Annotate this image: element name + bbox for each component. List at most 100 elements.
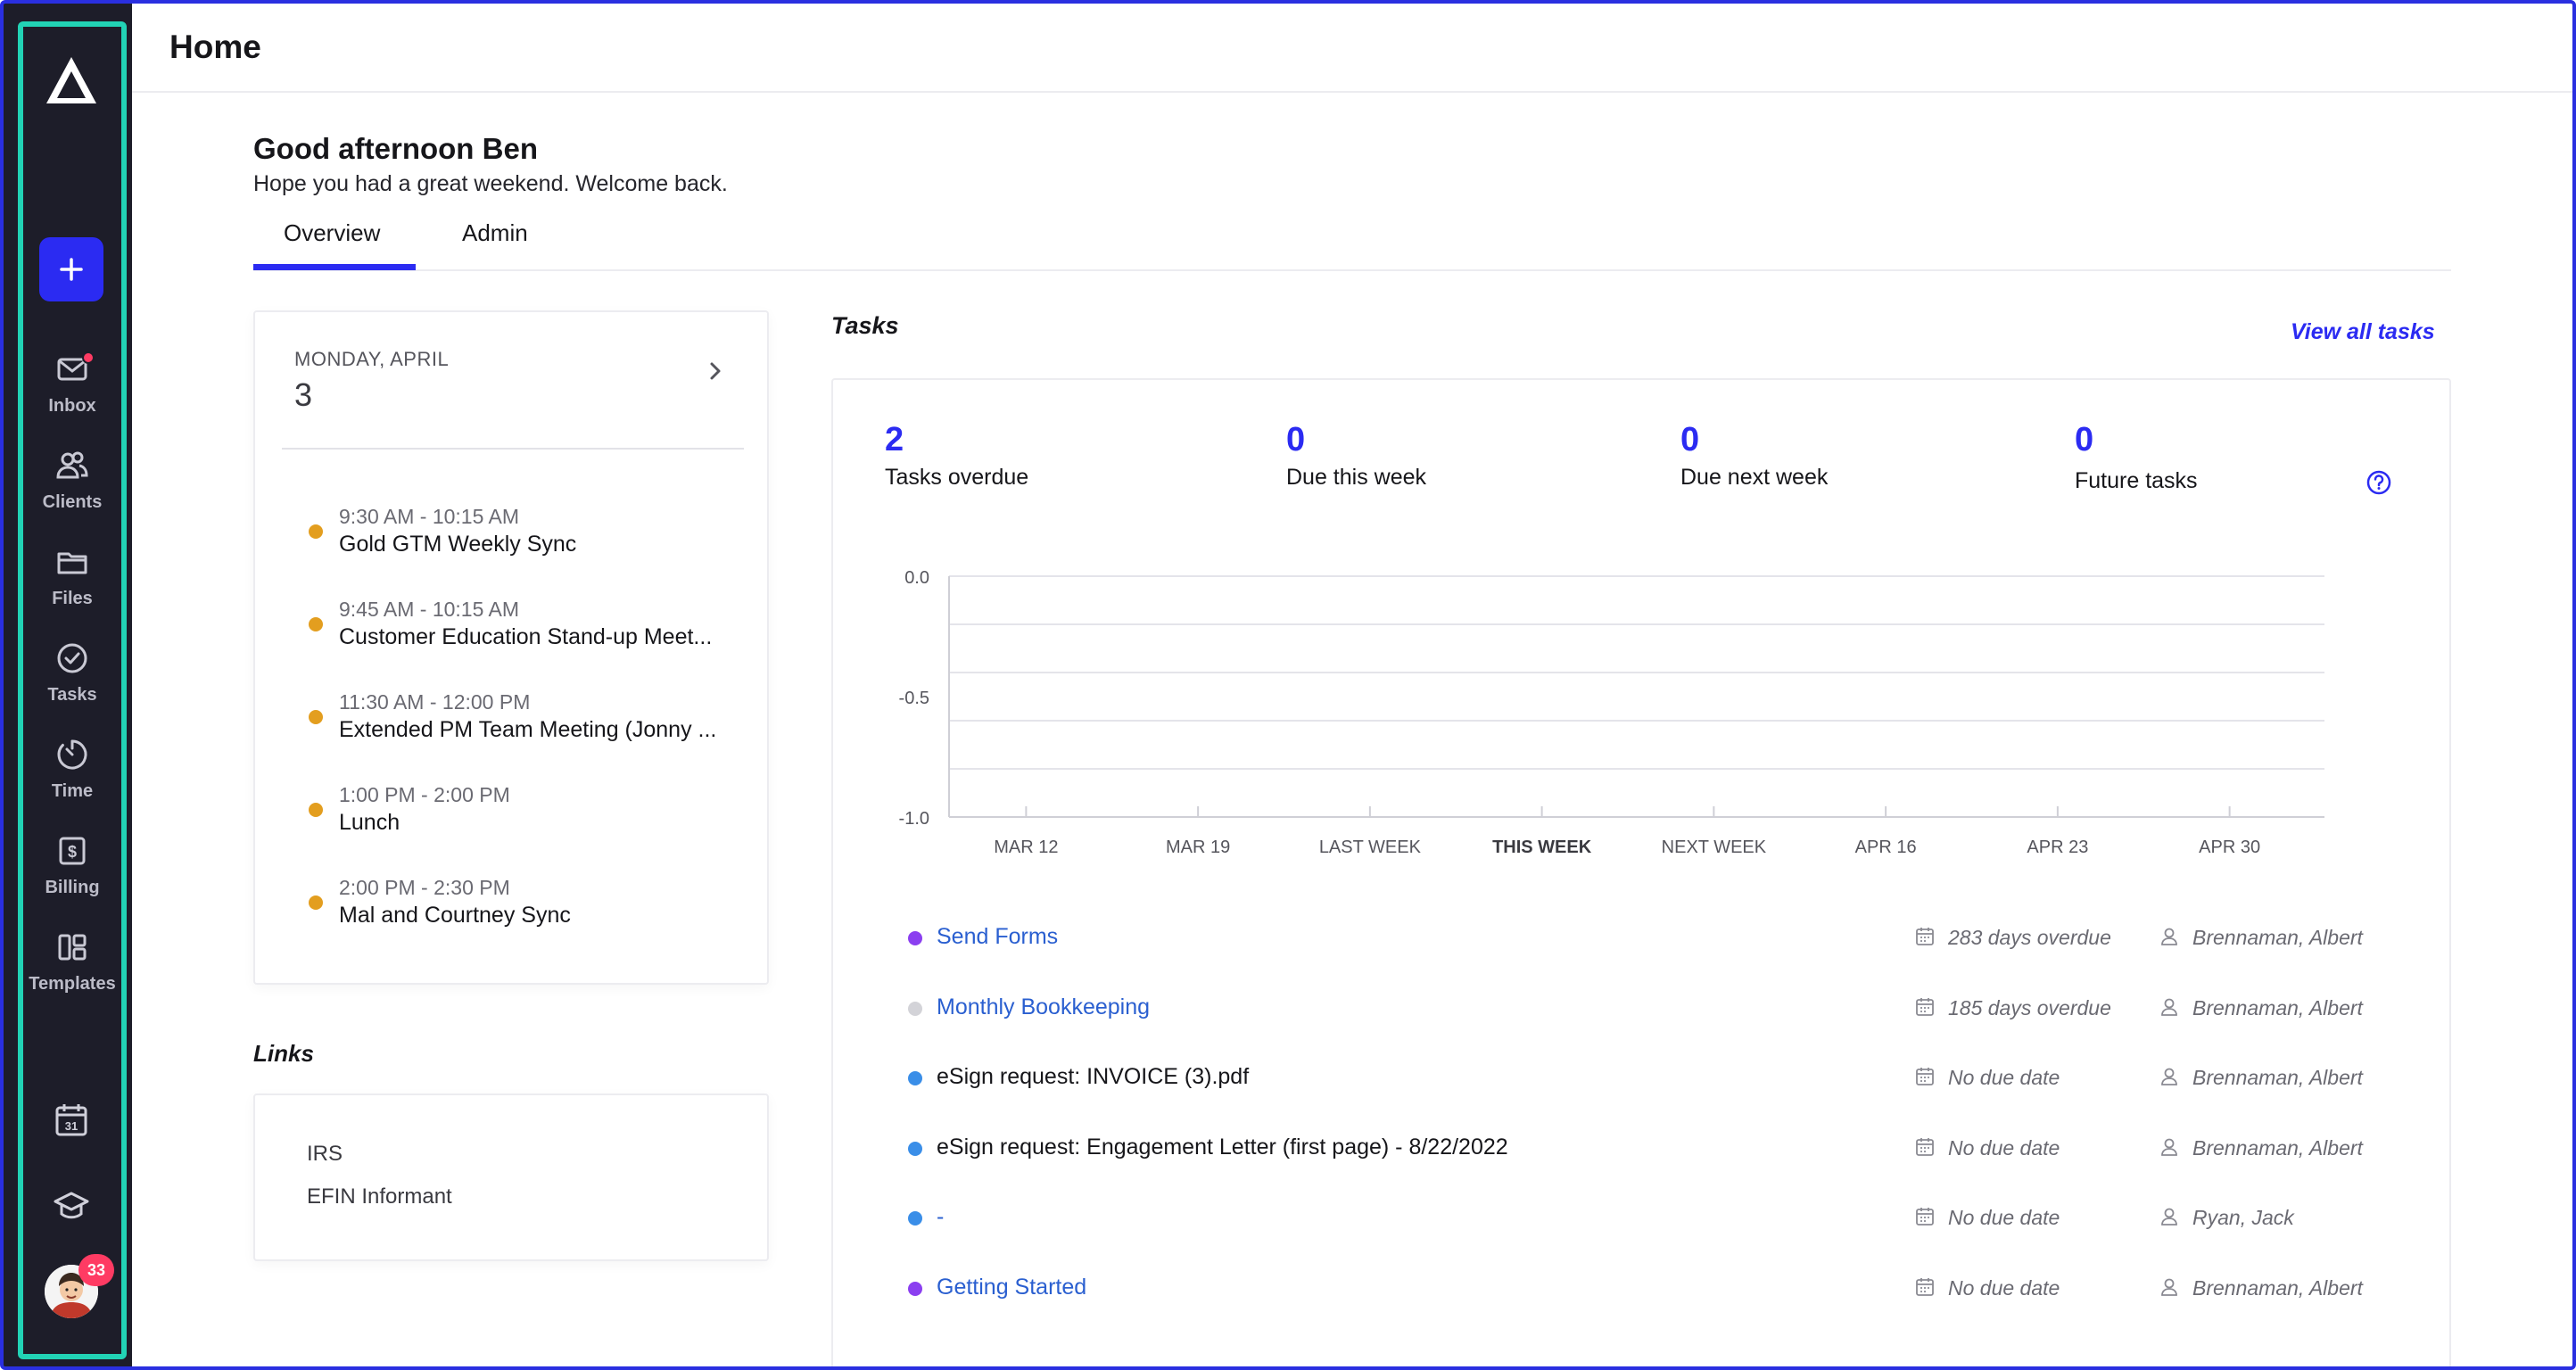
task-name[interactable]: Getting Started — [937, 1275, 1086, 1300]
task-name[interactable]: eSign request: INVOICE (3).pdf — [937, 1064, 1249, 1090]
task-due-status: No due date — [1948, 1206, 2060, 1229]
event-time: 9:45 AM - 10:15 AM — [339, 598, 520, 621]
check-circle-icon — [57, 643, 87, 673]
calendar-icon — [1916, 1208, 1934, 1226]
task-assignee: Brennaman, Albert — [2192, 1066, 2363, 1089]
stat-due-this-week[interactable]: 0 Due this week — [1286, 421, 1426, 491]
task-name[interactable]: eSign request: Engagement Letter (first … — [937, 1135, 1508, 1160]
link-efin-informant[interactable]: EFIN Informant — [307, 1184, 452, 1209]
calendar-icon[interactable]: 31 — [52, 1101, 91, 1140]
sidebar-item-label: Billing — [45, 878, 100, 897]
sidebar-item-tasks[interactable]: Tasks — [23, 640, 121, 719]
event-time: 11:30 AM - 12:00 PM — [339, 690, 531, 714]
task-assignee: Brennaman, Albert — [2192, 995, 2363, 1019]
stat-due-next-week[interactable]: 0 Due next week — [1680, 421, 1828, 491]
divider — [282, 448, 744, 450]
task-name[interactable]: - — [937, 1204, 944, 1230]
event-time: 2:00 PM - 2:30 PM — [339, 876, 510, 899]
sidebar-item-clients[interactable]: Clients — [23, 448, 121, 526]
task-name[interactable]: Send Forms — [937, 924, 1058, 950]
sidebar-item-time[interactable]: Time — [23, 737, 121, 815]
notification-count-badge: 33 — [78, 1254, 114, 1286]
stat-tasks-overdue[interactable]: 2 Tasks overdue — [885, 421, 1028, 491]
task-row[interactable]: eSign request: Engagement Letter (first … — [908, 1126, 2389, 1170]
event-time: 9:30 AM - 10:15 AM — [339, 505, 520, 528]
user-icon — [2161, 1138, 2177, 1156]
event-time: 1:00 PM - 2:00 PM — [339, 783, 510, 806]
sidebar-item-files[interactable]: Files — [23, 544, 121, 623]
calendar-icon — [1916, 1137, 1934, 1156]
chart-y-tick-label: -0.5 — [899, 689, 929, 708]
task-name[interactable]: Monthly Bookkeeping — [937, 994, 1150, 1020]
sidebar-item-inbox[interactable]: Inbox — [23, 351, 121, 430]
app-logo[interactable] — [43, 55, 100, 107]
top-bar: Home — [132, 4, 2572, 93]
add-new-button[interactable] — [39, 237, 103, 301]
svg-text:$: $ — [68, 843, 77, 861]
user-icon — [2161, 998, 2177, 1016]
stat-value: 2 — [885, 421, 904, 458]
folder-icon — [57, 552, 87, 574]
chart-x-tick-label: APR 16 — [1855, 838, 1917, 857]
calendar-icon — [1916, 928, 1934, 945]
inbox-notification-dot — [82, 351, 95, 364]
task-row[interactable]: Monthly Bookkeeping 185 days overdue Brenn… — [908, 986, 2389, 1030]
task-assignee: Brennaman, Albert — [2192, 1275, 2363, 1300]
task-status-dot — [908, 1071, 922, 1085]
links-card: IRS EFIN Informant — [253, 1094, 769, 1261]
timer-icon — [57, 739, 87, 770]
event-title: Lunch — [339, 810, 400, 835]
calendar-card: MONDAY, APRIL 3 9:30 AM - 10:15 AM Gold … — [253, 310, 769, 985]
calendar-event[interactable]: 2:00 PM - 2:30 PM Mal and Courtney Sync — [309, 863, 737, 928]
calendar-icon — [1916, 997, 1934, 1016]
tasks-card: 2 Tasks overdue 0 Due this week 0 Due ne… — [831, 378, 2451, 1370]
link-irs[interactable]: IRS — [307, 1142, 343, 1167]
calendar-event[interactable]: 9:30 AM - 10:15 AM Gold GTM Weekly Sync — [309, 492, 737, 557]
sidebar-item-templates[interactable]: Templates — [23, 929, 121, 1008]
event-status-dot — [309, 710, 323, 724]
sidebar-item-label: Clients — [42, 492, 103, 512]
sidebar-item-billing[interactable]: $ Billing — [23, 833, 121, 912]
help-icon[interactable] — [2365, 469, 2392, 496]
task-status-dot — [908, 1001, 922, 1016]
tab-overview[interactable]: Overview — [284, 219, 380, 247]
task-row[interactable]: - No due date Ryan, Jack — [908, 1195, 2389, 1240]
user-icon — [2161, 1208, 2177, 1226]
view-all-tasks-link[interactable]: View all tasks — [2291, 319, 2435, 345]
chart-x-tick-label: NEXT WEEK — [1662, 838, 1767, 857]
task-row[interactable]: Send Forms 283 days overdue Brennaman, Alb… — [908, 915, 2389, 960]
stat-label: Tasks overdue — [885, 465, 1029, 490]
user-icon — [2161, 1278, 2177, 1296]
graduation-cap-icon[interactable] — [52, 1186, 91, 1226]
sidebar: Inbox Clients Files Tasks Time $ Billing… — [4, 4, 132, 1366]
task-row[interactable]: eSign request: INVOICE (3).pdf No due dat… — [908, 1055, 2389, 1100]
tasks-timeline-chart: 0.0 -0.5 -1.0 MAR 12 MAR 19 LAST WEEK THIS WEE… — [899, 568, 2324, 857]
task-due-status: 283 days overdue — [1948, 926, 2111, 949]
chart-x-tick-label: APR 23 — [2027, 838, 2088, 857]
chart-y-tick-label: 0.0 — [904, 568, 929, 588]
event-title: Extended PM Team Meeting (Jonny ... — [339, 717, 717, 742]
chart-x-tick-label: THIS WEEK — [1492, 838, 1592, 857]
sidebar-item-label: Tasks — [47, 685, 97, 705]
calendar-event[interactable]: 11:30 AM - 12:00 PM Extended PM Team Mee… — [309, 678, 737, 742]
active-tab-indicator — [253, 264, 416, 270]
task-row[interactable]: Getting Started No due date Brennaman, Alb… — [908, 1266, 2389, 1310]
tab-admin[interactable]: Admin — [462, 219, 528, 247]
calendar-day-label: MONDAY, APRIL — [294, 348, 450, 370]
task-due-status: No due date — [1948, 1135, 2060, 1160]
chevron-right-icon[interactable] — [703, 359, 728, 384]
calendar-event[interactable]: 9:45 AM - 10:15 AM Customer Education St… — [309, 585, 737, 649]
task-due-status: No due date — [1948, 1066, 2060, 1089]
calendar-event[interactable]: 1:00 PM - 2:00 PM Lunch — [309, 771, 737, 835]
chart-x-tick-label: LAST WEEK — [1319, 838, 1422, 857]
event-title: Customer Education Stand-up Meet... — [339, 624, 713, 649]
event-status-dot — [309, 617, 323, 631]
event-status-dot — [309, 524, 323, 539]
sidebar-item-label: Inbox — [48, 396, 96, 416]
task-status-dot — [908, 1211, 922, 1226]
stat-future-tasks[interactable]: 0 Future tasks — [2075, 421, 2198, 494]
task-due-status: 185 days overdue — [1948, 995, 2111, 1019]
calendar-icon — [1916, 1277, 1934, 1296]
chart-y-tick-label: -1.0 — [899, 809, 929, 829]
event-title: Gold GTM Weekly Sync — [339, 532, 577, 557]
